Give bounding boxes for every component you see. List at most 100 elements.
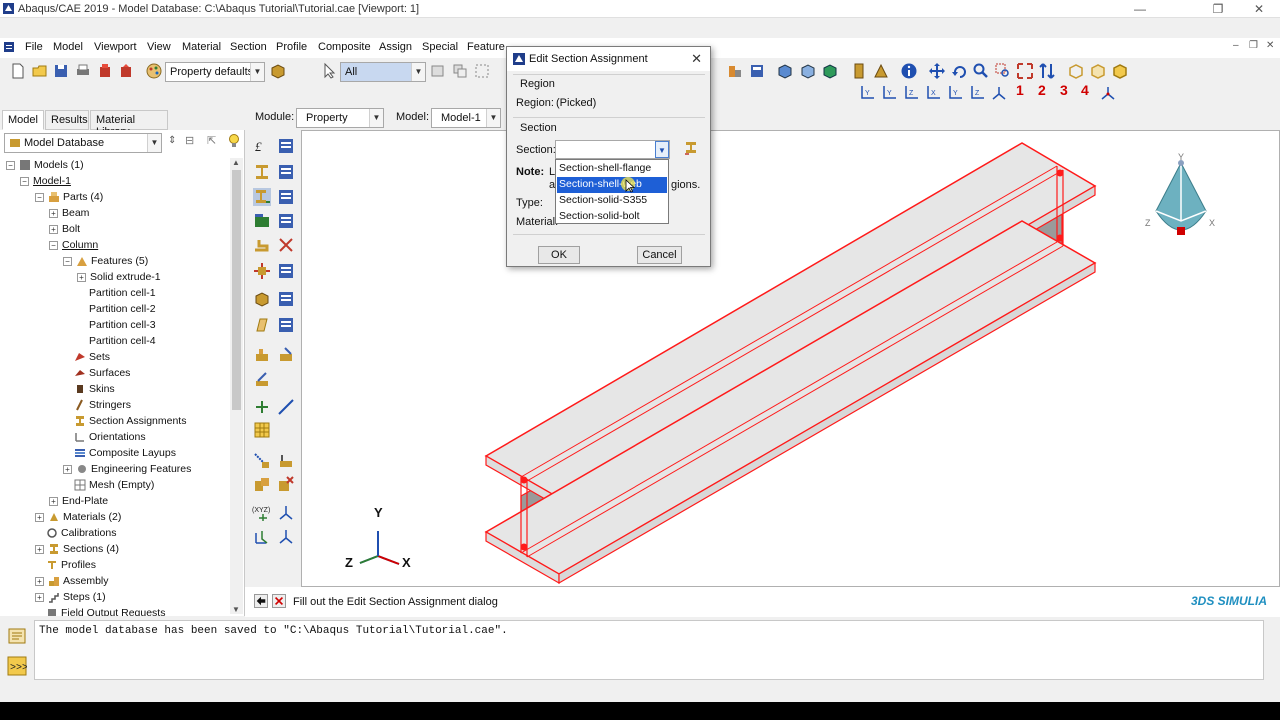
shaded-cube-icon[interactable] [776, 62, 794, 80]
menu-model[interactable]: Model [53, 41, 83, 53]
tree-item-surfaces[interactable]: Surfaces [74, 366, 130, 381]
view-front-icon[interactable]: Y [858, 84, 876, 102]
tree-item-materials[interactable]: + Materials (2) [35, 510, 121, 525]
chevron-down-icon[interactable]: ▼ [655, 141, 669, 158]
pan-icon[interactable] [928, 62, 946, 80]
view-orientation-icon-1[interactable] [1067, 62, 1085, 80]
query-part-icon[interactable] [726, 62, 744, 80]
view-custom-icon[interactable] [1099, 84, 1117, 102]
import-red-icon[interactable] [117, 62, 135, 80]
tree-item-orientations[interactable]: Orientations [74, 430, 146, 445]
view-back-icon[interactable]: Y [880, 84, 898, 102]
view-4-button[interactable]: 4 [1081, 82, 1089, 98]
dialog-close-button[interactable]: ✕ [691, 51, 702, 67]
partition-icon[interactable] [253, 452, 271, 470]
view-orientation-icon-2[interactable] [1089, 62, 1107, 80]
csys-icon[interactable] [277, 504, 295, 522]
menu-section[interactable]: Section [230, 41, 267, 53]
create-point-icon[interactable] [253, 398, 271, 416]
tree-item-partition-cell-1[interactable]: Partition cell-1 [89, 286, 156, 301]
dropdown-option-shell-flange[interactable]: Section-shell-flange [557, 161, 667, 177]
create-section-icon[interactable] [253, 163, 271, 181]
tree-item-field-output-requests[interactable]: Field Output Requests [46, 606, 165, 616]
view-bottom-icon[interactable]: X [924, 84, 942, 102]
message-area-icon[interactable] [7, 626, 27, 646]
partition-option-icon[interactable] [277, 452, 295, 470]
view-orientation-icon-3[interactable] [1111, 62, 1129, 80]
database-combo[interactable]: Model Database ▼ [4, 133, 162, 153]
mdi-restore-button[interactable]: ❐ [1249, 40, 1258, 51]
query-coordinates-icon[interactable]: (XYZ) [252, 504, 274, 522]
view-left-icon[interactable]: Y [946, 84, 964, 102]
tree-item-steps[interactable]: + Steps (1) [35, 590, 106, 605]
tree-item-bolt[interactable]: + Bolt [49, 222, 80, 237]
menu-view[interactable]: View [147, 41, 171, 53]
ruler-horizontal-icon[interactable] [872, 62, 890, 80]
tree-item-skins[interactable]: Skins [74, 382, 115, 397]
datum-axis-icon[interactable] [277, 528, 295, 546]
menu-icon[interactable] [3, 41, 15, 53]
tree-item-features[interactable]: − Features (5) [63, 254, 148, 269]
skin-icon[interactable] [253, 316, 271, 334]
auto-fit-icon[interactable] [1016, 62, 1034, 80]
tree-item-column[interactable]: − Column [49, 238, 98, 253]
special-create-icon[interactable] [253, 346, 271, 364]
menu-material[interactable]: Material [182, 41, 221, 53]
create-grid-icon[interactable] [253, 421, 271, 439]
create-material-icon[interactable]: £ [253, 137, 271, 155]
open-folder-icon[interactable] [31, 62, 49, 80]
tree-item-parts[interactable]: − Parts (4) [35, 190, 103, 205]
create-line-icon[interactable] [277, 398, 295, 416]
tree-item-sections[interactable]: + Sections (4) [35, 542, 119, 557]
profile-manager-icon[interactable] [277, 212, 295, 230]
scrollbar-thumb[interactable] [232, 170, 241, 410]
close-window-button[interactable]: ✕ [1244, 1, 1274, 17]
tree-item-solid-extrude-1[interactable]: + Solid extrude-1 [77, 270, 161, 285]
dropdown-option-solid-bolt[interactable]: Section-solid-bolt [557, 209, 667, 225]
mdi-close-button[interactable]: ✕ [1266, 40, 1274, 51]
box-zoom-icon[interactable] [994, 62, 1012, 80]
message-box[interactable]: The model database has been saved to "C:… [34, 620, 1264, 680]
material-manager-icon[interactable] [277, 137, 295, 155]
message-scrollbar[interactable] [1267, 620, 1280, 680]
assign-beam-orientation-icon[interactable] [253, 236, 271, 254]
view-iso-icon[interactable] [990, 84, 1008, 102]
restore-button[interactable]: ❐ [1203, 1, 1233, 17]
create-section-button-icon[interactable] [684, 141, 698, 155]
magnify-icon[interactable] [972, 62, 990, 80]
menu-profile[interactable]: Profile [276, 41, 307, 53]
tree-item-partition-cell-3[interactable]: Partition cell-3 [89, 318, 156, 333]
model-combo[interactable]: Model-1 ▼ [431, 108, 501, 128]
tree-item-partition-cell-2[interactable]: Partition cell-2 [89, 302, 156, 317]
wireframe-cube-icon[interactable] [799, 62, 817, 80]
tree-item-engineering-features[interactable]: + Engineering Features [63, 462, 191, 477]
tree-item-mesh[interactable]: Mesh (Empty) [74, 478, 154, 493]
selection-option-icon-2[interactable] [451, 62, 469, 80]
scroll-down-icon[interactable]: ▼ [232, 605, 240, 614]
cut-icon[interactable] [277, 475, 295, 493]
composite-manager-icon[interactable] [277, 262, 295, 280]
tree-item-models[interactable]: − Models (1) [6, 158, 84, 173]
tree-item-model-1[interactable]: − Model-1 [20, 174, 71, 189]
edit-special-icon[interactable] [253, 371, 271, 389]
viewport[interactable]: Y X Z Y X Z [301, 130, 1280, 587]
tree-item-assembly[interactable]: + Assembly [35, 574, 109, 589]
mdi-minimize-button[interactable]: – [1233, 40, 1239, 51]
scroll-up-icon[interactable]: ▲ [232, 158, 240, 167]
special-option-icon[interactable] [277, 346, 295, 364]
menu-assign[interactable]: Assign [379, 41, 412, 53]
lightbulb-icon[interactable] [227, 133, 241, 149]
tree-item-beam[interactable]: + Beam [49, 206, 89, 221]
menu-composite[interactable]: Composite [318, 41, 371, 53]
selection-filter-combo[interactable]: All ▼ [340, 62, 426, 82]
view-2-button[interactable]: 2 [1038, 82, 1046, 98]
menu-special[interactable]: Special [422, 41, 458, 53]
tree-item-calibrations[interactable]: Calibrations [46, 526, 116, 541]
kernel-command-icon[interactable]: >>> [7, 656, 27, 676]
export-red-icon[interactable] [96, 62, 114, 80]
assign-material-orientation-icon[interactable] [253, 290, 271, 308]
rotate-icon[interactable] [951, 62, 969, 80]
datum-csys-icon[interactable] [253, 528, 271, 546]
render-style-combo[interactable]: Property defaults ▼ [165, 62, 265, 82]
tab-material-library[interactable]: Material Library [90, 110, 168, 138]
